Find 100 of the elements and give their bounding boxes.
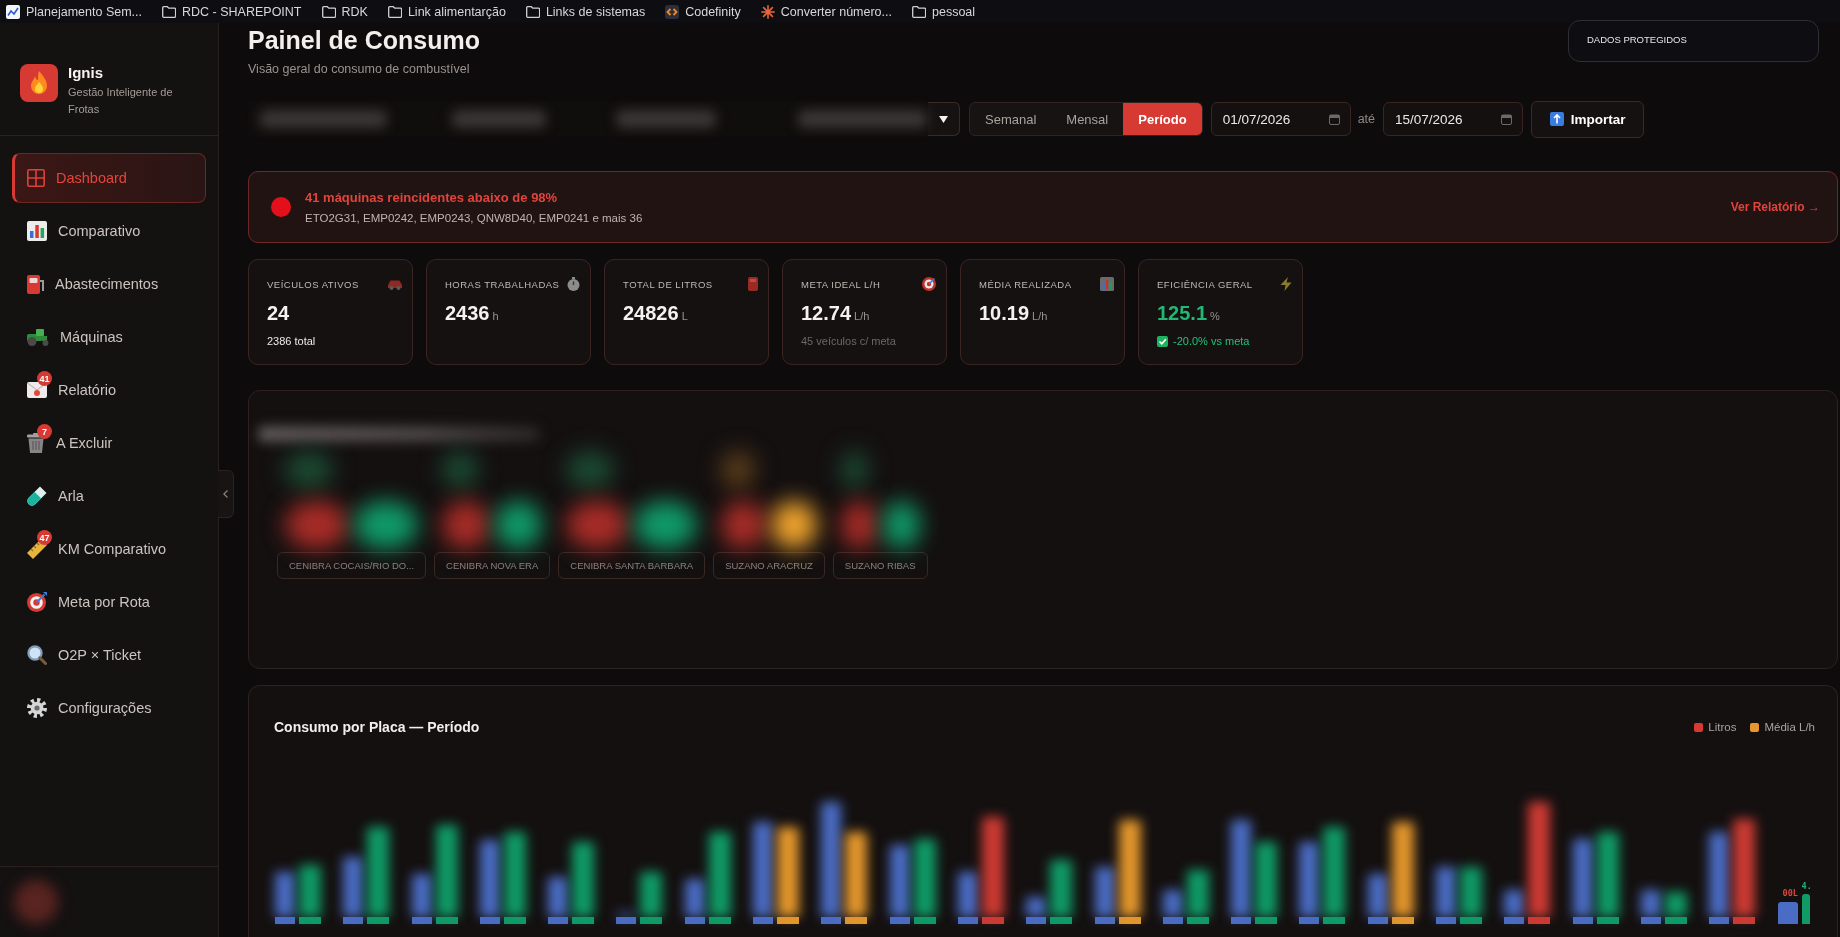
settings-icon [27, 698, 47, 718]
privacy-badge: DADOS PROTEGIDOS [1568, 20, 1819, 62]
stat-label: EFICIÊNCIA GERAL [1157, 278, 1253, 290]
status-dot-icon [271, 197, 291, 217]
stat-label: META IDEAL L/H [801, 278, 881, 290]
chart-bar [684, 879, 705, 924]
chart-bar [1460, 867, 1483, 924]
test-tube-icon [27, 486, 47, 506]
route-label: SUZANO ARACRUZ [713, 552, 825, 579]
fuel-pump-icon [27, 274, 44, 294]
alert-detail: ETO2G31, EMP0242, EMP0243, QNW8D40, EMP0241 e mais 36 [305, 210, 643, 225]
bar-value-label: 00L [1782, 888, 1798, 898]
chart-bar [548, 877, 569, 924]
bookmark-link[interactable]: pessoal [912, 4, 976, 19]
fuel-can-icon [748, 277, 758, 291]
chart-favicon-icon [6, 4, 20, 19]
bar-chart-icon [27, 221, 47, 241]
report-link[interactable]: Ver Relatório → [1730, 200, 1820, 214]
bookmark-link[interactable]: RDK [321, 4, 368, 19]
chart-bar [1664, 892, 1687, 924]
period-tab[interactable]: Mensal [1051, 103, 1124, 135]
date-separator: até [1357, 112, 1376, 126]
nav-item[interactable]: Dashboard [12, 153, 206, 203]
lightning-icon [1280, 277, 1292, 291]
page-subtitle: Visão geral do consumo de combustível [248, 61, 470, 77]
chart-bar [275, 872, 295, 924]
brand-name: Ignis [68, 64, 104, 82]
nav-item[interactable]: 47 KM Comparativo [12, 524, 206, 574]
target-icon [922, 277, 936, 291]
date-field[interactable]: 15/07/2026 [1383, 102, 1524, 136]
check-icon [1157, 335, 1168, 347]
blurred-bar [721, 451, 756, 489]
alert-title: 41 máquinas reincidentes abaixo de 98% [305, 189, 559, 206]
stat-unit: % [1210, 310, 1220, 322]
arrow-up-icon [1549, 112, 1564, 126]
stat-value: 24826 [623, 301, 679, 325]
bookmark-link[interactable]: RDC - SHAREPOINT [162, 4, 302, 19]
folder-icon [387, 5, 402, 18]
blurred-bar [442, 451, 478, 489]
nav-item[interactable]: 7 A Excluir [12, 418, 206, 468]
bookmark-link[interactable]: Link alimentarção [387, 4, 506, 19]
stat-unit: L [681, 310, 688, 322]
nav-item[interactable]: Meta por Rota [12, 577, 206, 627]
legend-label: Média L/h [1764, 721, 1815, 733]
bookmark-link[interactable]: Links de sistemas [525, 4, 646, 19]
route-label: CENIBRA SANTA BARBARA [558, 552, 706, 579]
nav-item[interactable]: Arla [12, 471, 206, 521]
bar-value-label: 4. [1801, 881, 1812, 891]
blurred-bar [840, 501, 878, 549]
legend-label: Litros [1708, 721, 1737, 733]
stat-unit: L/h [1032, 310, 1048, 322]
chart-title: Consumo por Placa — Período [274, 719, 480, 735]
nav-item[interactable]: 41 Relatório [12, 365, 206, 415]
user-avatar [14, 880, 58, 924]
bar-chart-icon [1100, 277, 1114, 291]
bookmark-link[interactable]: Planejamento Sem... [6, 4, 143, 19]
nav-item[interactable]: Máquinas [12, 312, 206, 362]
stat-label: TOTAL DE LITROS [623, 278, 713, 290]
period-tab[interactable]: Período [1123, 103, 1202, 135]
envelope-icon [27, 382, 47, 398]
select-field[interactable] [928, 102, 960, 136]
car-icon [388, 278, 402, 290]
stat-value: 125.1 [1157, 301, 1208, 325]
chart-bar [957, 872, 978, 924]
bookmark-link[interactable]: Converter número... [760, 4, 892, 19]
stopwatch-icon [567, 277, 580, 291]
stat-label: VEÍCULOS ATIVOS [267, 278, 359, 290]
nav-item[interactable]: Abastecimentos [12, 259, 206, 309]
date-field[interactable]: 01/07/2026 [1210, 102, 1351, 136]
chart-bar [1026, 897, 1047, 924]
bookmark-link[interactable]: Codefinity [665, 4, 741, 19]
nav-item[interactable]: O2P × Ticket [12, 630, 206, 680]
chart-bar [1640, 890, 1661, 924]
route-label: CENIBRA COCAIS/RIO DO... [277, 552, 427, 579]
chart-bar [1436, 867, 1457, 924]
chart-bar [1186, 870, 1209, 924]
chart-bar [1777, 902, 1798, 924]
grid-icon [27, 169, 45, 187]
import-button[interactable]: Importar [1531, 100, 1645, 138]
stat-value: 12.74 [801, 301, 852, 325]
stat-value: 10.19 [979, 301, 1030, 325]
blurred-bar [442, 501, 490, 549]
blurred-bar [566, 501, 630, 549]
folder-icon [912, 5, 926, 18]
stat-note: 2386 total [267, 334, 316, 348]
chart-bar [1801, 894, 1810, 924]
route-label: SUZANO RIBAS [832, 552, 928, 579]
calendar-icon [1328, 113, 1340, 125]
chart-bar [299, 865, 321, 924]
folder-icon [525, 5, 540, 18]
period-tab[interactable]: Semanal [970, 103, 1052, 135]
nav-item[interactable]: Comparativo [12, 206, 206, 256]
page-title: Painel de Consumo [248, 25, 480, 55]
stat-label: HORAS TRABALHADAS [445, 278, 560, 290]
stat-label: MÉDIA REALIZADA [979, 278, 1072, 290]
count-badge: 7 [37, 424, 52, 439]
chart-bar [1050, 860, 1073, 924]
nav-item[interactable]: Configurações [12, 683, 206, 733]
blurred-bar [566, 451, 614, 489]
folder-icon [162, 5, 177, 18]
